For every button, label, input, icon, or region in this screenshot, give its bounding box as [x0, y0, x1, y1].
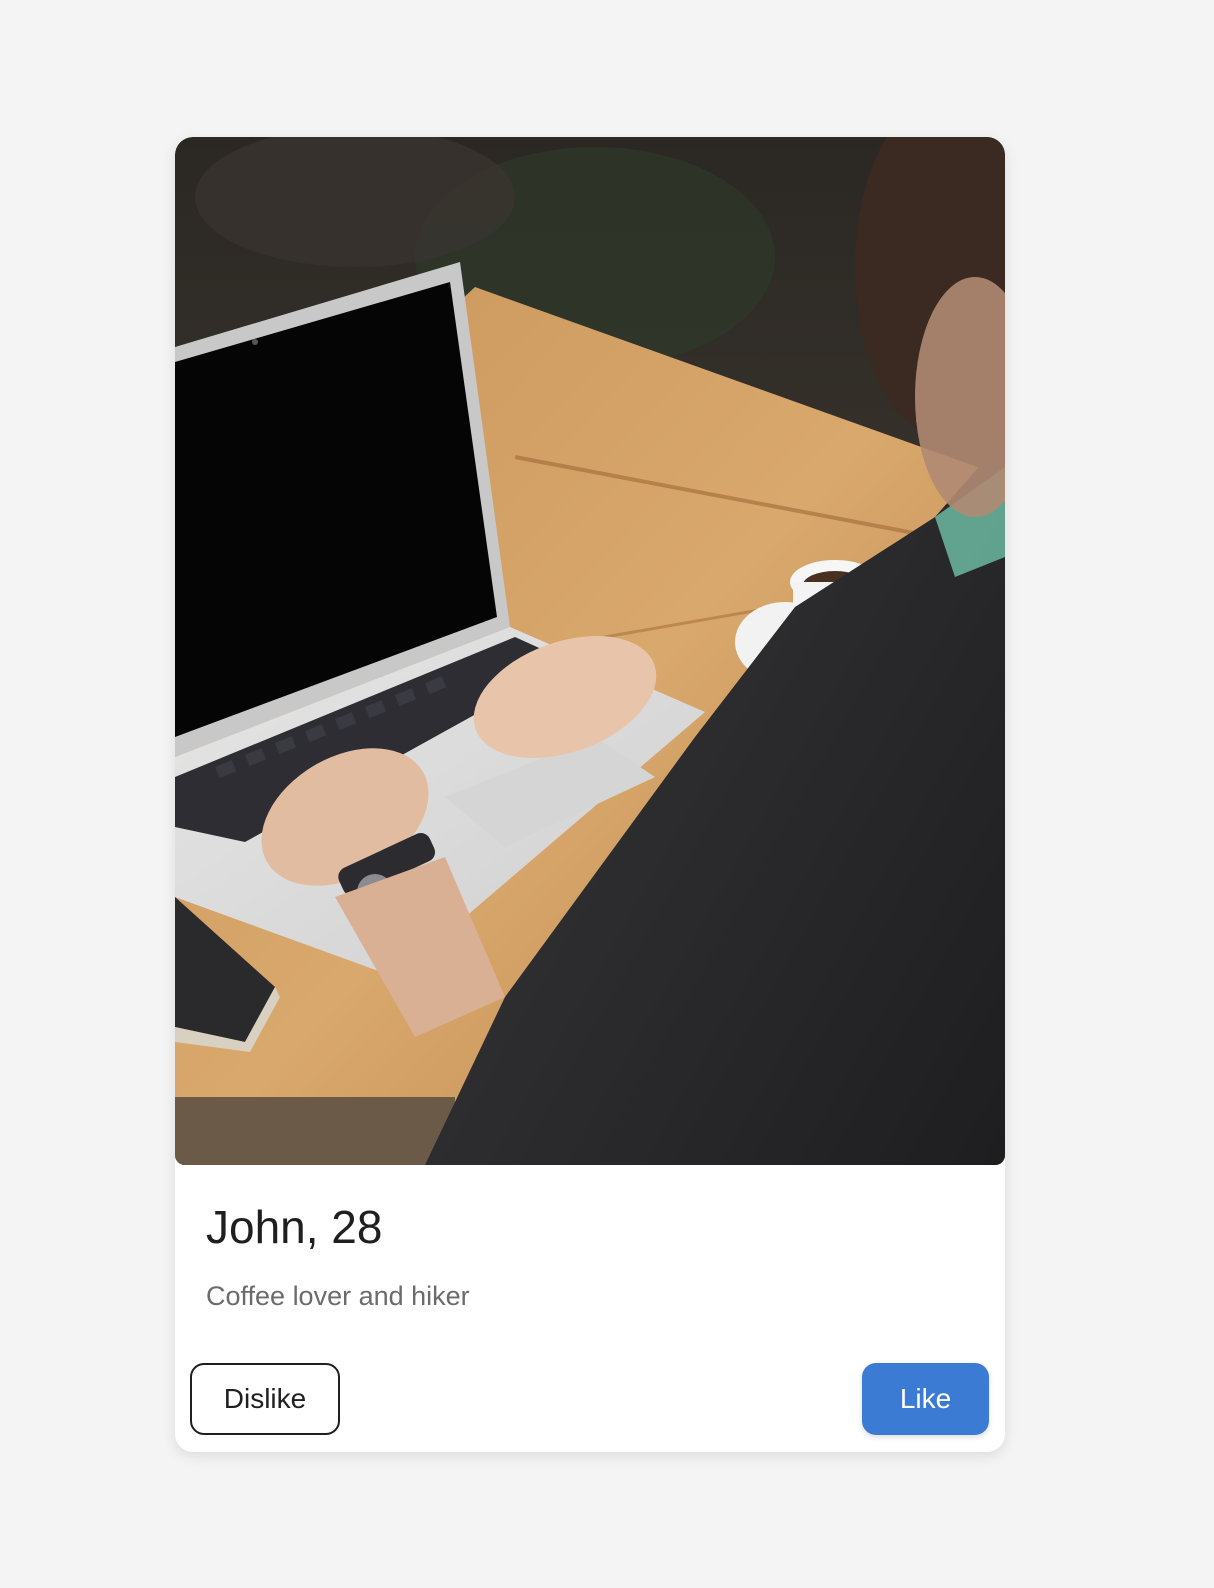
profile-bio: Coffee lover and hiker	[206, 1281, 470, 1311]
dislike-button[interactable]: Dislike	[190, 1363, 340, 1435]
profile-photo	[175, 137, 1005, 1165]
profile-name-age: John, 28	[206, 1201, 383, 1253]
profile-info: John, 28 Coffee lover and hiker	[206, 1197, 974, 1313]
like-button[interactable]: Like	[862, 1363, 989, 1435]
profile-card: John, 28 Coffee lover and hiker Dislike …	[175, 137, 1005, 1452]
